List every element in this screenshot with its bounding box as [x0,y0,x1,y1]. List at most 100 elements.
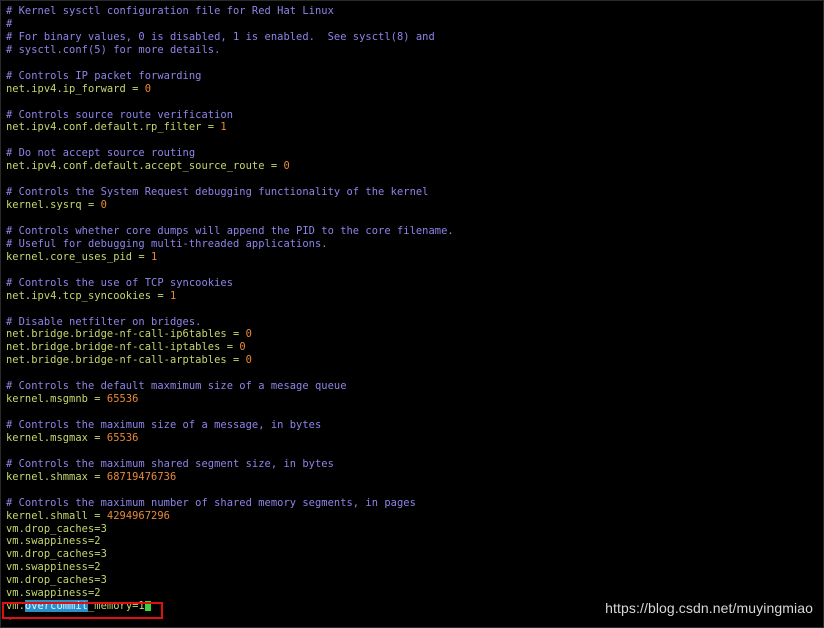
tilde-marker: ~ [6,613,13,626]
comment-text: # Disable netfilter on bridges. [6,315,202,328]
setting-value: 0 [239,341,246,354]
comment-text: # Controls the default maxmimum size of … [6,380,347,393]
setting-line: kernel.shmall = 4294967296 [6,510,823,523]
search-match-highlight: overcommit [24,600,88,613]
setting-key: net.bridge.bridge-nf-call-iptables = [6,341,240,354]
setting-value: 65536 [106,431,139,444]
setting-line: net.bridge.bridge-nf-call-ip6tables = 0 [6,328,823,341]
comment-line: # Disable netfilter on bridges. [6,316,823,329]
comment-text: # Controls the use of TCP syncookies [6,276,234,289]
comment-line: # Controls IP packet forwarding [6,70,823,83]
setting-key: kernel.msgmax = [6,431,107,444]
setting-value: 0 [283,160,290,173]
setting-line: vm.drop_caches=3 [6,548,823,561]
comment-text: # Controls IP packet forwarding [6,69,202,82]
comment-line: # Useful for debugging multi-threaded ap… [6,238,823,251]
comment-text: # Controls the maximum shared segment si… [6,457,334,470]
comment-line: # Controls source route verification [6,109,823,122]
setting-line: vm.swappiness=2 [6,587,823,600]
setting-value: 0 [100,199,107,212]
comment-text: # sysctl.conf(5) for more details. [6,43,221,56]
comment-line: # For binary values, 0 is disabled, 1 is… [6,31,823,44]
setting-value: 1 [169,289,177,302]
setting-value: 4294967296 [106,509,170,522]
setting-line: net.ipv4.conf.default.rp_filter = 1 [6,121,823,134]
setting-line: vm.swappiness=2 [6,561,823,574]
setting-key-prefix: vm. [6,600,25,613]
setting-line: kernel.core_uses_pid = 1 [6,251,823,264]
setting-key: net.ipv4.tcp_syncookies = [6,289,170,302]
setting-key: net.bridge.bridge-nf-call-ip6tables = [6,328,246,341]
setting-text: vm.drop_caches=3 [6,548,107,561]
setting-key: kernel.shmall = [6,509,107,522]
comment-line: # Controls the maximum shared segment si… [6,458,823,471]
setting-line: net.bridge.bridge-nf-call-iptables = 0 [6,341,823,354]
setting-key: net.ipv4.conf.default.rp_filter = [6,121,221,134]
comment-text: # Controls whether core dumps will appen… [6,224,454,237]
comment-text: # Controls the System Request debugging … [6,186,429,199]
setting-line: kernel.msgmnb = 65536 [6,393,823,406]
setting-value: 1 [220,121,227,134]
setting-value: 65536 [106,393,139,406]
comment-line: # Controls whether core dumps will appen… [6,225,823,238]
setting-line: kernel.msgmax = 65536 [6,432,823,445]
comment-line: # Kernel sysctl configuration file for R… [6,5,823,18]
comment-line: # Do not accept source routing [6,147,823,160]
setting-value: 1 [151,250,158,263]
comment-text: # Controls the maximum number of shared … [6,496,416,509]
comment-line: # Controls the default maxmimum size of … [6,380,823,393]
setting-key: kernel.shmmax = [6,470,107,483]
setting-text: vm.swappiness=2 [6,535,101,548]
setting-value: 0 [144,82,152,95]
setting-line: net.ipv4.ip_forward = 0 [6,83,823,96]
setting-text: vm.drop_caches=3 [6,574,107,587]
editor-buffer[interactable]: # Kernel sysctl configuration file for R… [6,5,823,626]
comment-line: # [6,18,823,31]
setting-key: net.ipv4.ip_forward = [6,82,145,95]
setting-key: net.bridge.bridge-nf-call-arptables = [6,354,246,367]
setting-line: kernel.shmmax = 68719476736 [6,471,823,484]
setting-value: 0 [245,328,252,341]
setting-line: vm.swappiness=2 [6,535,823,548]
setting-key-rest: _memory=1 [87,600,145,613]
comment-text: # Kernel sysctl configuration file for R… [6,5,334,17]
setting-value: 0 [245,354,252,367]
comment-line: # sysctl.conf(5) for more details. [6,44,823,57]
setting-key: kernel.msgmnb = [6,393,107,406]
setting-text: vm.drop_caches=3 [6,522,107,535]
comment-text: # Useful for debugging multi-threaded ap… [6,237,328,250]
setting-line: vm.drop_caches=3 [6,523,823,536]
comment-line: # Controls the maximum number of shared … [6,497,823,510]
comment-line: # Controls the use of TCP syncookies [6,277,823,290]
comment-text: # Controls source route verification [6,108,234,121]
setting-key: kernel.sysrq = [6,199,101,212]
comment-text: # [6,17,13,30]
comment-line: # Controls the System Request debugging … [6,186,823,199]
watermark: https://blog.csdn.net/muyingmiao [605,600,813,616]
setting-line: kernel.sysrq = 0 [6,199,823,212]
setting-line: net.ipv4.conf.default.accept_source_rout… [6,160,823,173]
text-cursor [144,601,151,612]
setting-line: net.ipv4.tcp_syncookies = 1 [6,290,823,303]
comment-text: # For binary values, 0 is disabled, 1 is… [6,30,435,43]
setting-line: net.bridge.bridge-nf-call-arptables = 0 [6,354,823,367]
setting-value: 68719476736 [106,470,177,483]
setting-line: vm.drop_caches=3 [6,574,823,587]
comment-line: # Controls the maximum size of a message… [6,419,823,432]
setting-key: net.ipv4.conf.default.accept_source_rout… [6,160,284,173]
comment-text: # Controls the maximum size of a message… [6,419,322,431]
setting-key: kernel.core_uses_pid = [6,250,152,263]
comment-text: # Do not accept source routing [6,147,196,160]
terminal-window[interactable]: # Kernel sysctl configuration file for R… [0,0,824,628]
